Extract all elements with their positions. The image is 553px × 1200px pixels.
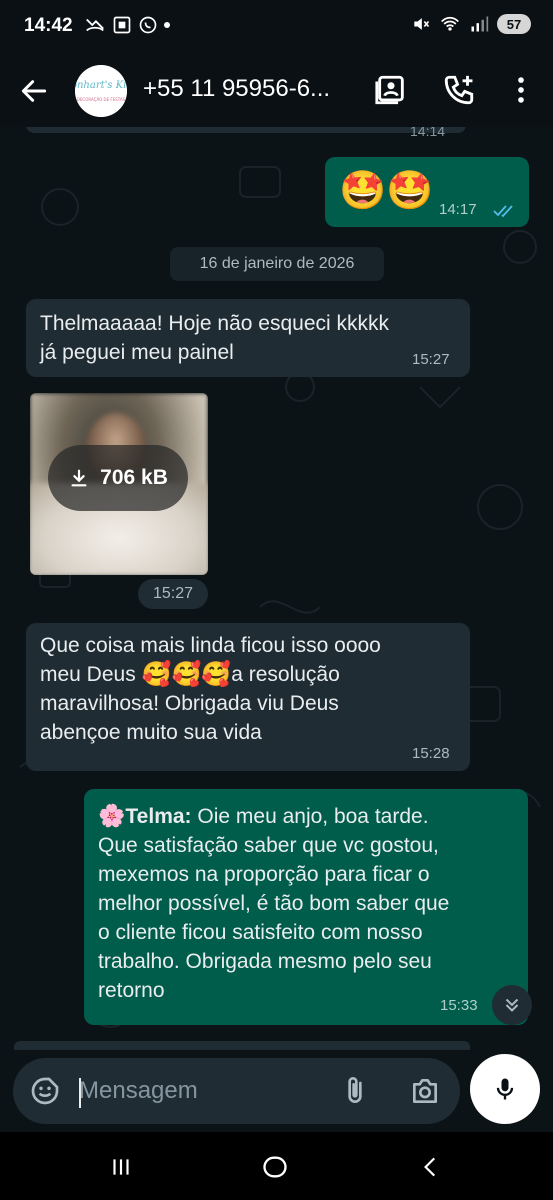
- contact-card-icon[interactable]: [374, 73, 408, 107]
- message-text-line: Thelmaaaaa! Hoje não esqueci kkkkk: [40, 312, 390, 335]
- next-message-edge: [14, 1041, 470, 1050]
- signal-icon: [471, 16, 489, 32]
- wifi-icon: [441, 16, 459, 31]
- back-chevron-icon: [424, 1157, 436, 1177]
- message-text-line: abençoe muito sua vida: [40, 721, 262, 744]
- incoming-message[interactable]: Thelmaaaaa! Hoje não esqueci kkkkk já pe…: [26, 299, 470, 377]
- home-icon: [263, 1156, 287, 1178]
- chat-header: Sonhart's Kids DECORAÇÃO DE FESTAS +55 1…: [0, 55, 553, 127]
- download-icon: [71, 469, 87, 487]
- battery-indicator: 57: [497, 14, 531, 34]
- add-call-icon[interactable]: [442, 73, 476, 107]
- message-text-line: o cliente ficou satisfeito com nosso: [98, 921, 423, 944]
- message-text-line: já peguei meu painel: [40, 341, 234, 364]
- message-text-line: trabalho. Obrigada mesmo pelo seu: [98, 950, 432, 973]
- file-size: 706 kB: [100, 466, 168, 489]
- microphone-icon: [496, 1078, 514, 1100]
- message-emoji: 🥰🥰🥰: [141, 661, 232, 688]
- status-bar: 14:42 57: [0, 0, 553, 55]
- svg-text:DECORAÇÃO DE FESTAS: DECORAÇÃO DE FESTAS: [77, 97, 126, 102]
- sonharts-logo-icon: Sonhart's Kids DECORAÇÃO DE FESTAS: [75, 65, 127, 117]
- incoming-message[interactable]: Que coisa mais linda ficou isso oooo meu…: [26, 623, 470, 771]
- contact-name[interactable]: +55 11 95956-6...: [143, 75, 330, 103]
- previous-message-bubble[interactable]: [26, 127, 466, 133]
- sender-name: Telma:: [125, 805, 192, 828]
- missed-call-icon: [86, 18, 104, 32]
- message-text-line: Que coisa mais linda ficou isso oooo: [40, 634, 381, 657]
- message-composer: [0, 1050, 553, 1132]
- status-time: 14:42: [24, 15, 73, 36]
- message-text-line: Que satisfação saber que vc gostou,: [98, 834, 439, 857]
- avatar[interactable]: Sonhart's Kids DECORAÇÃO DE FESTAS: [75, 65, 127, 117]
- camera-icon[interactable]: [409, 1075, 441, 1107]
- message-emoji: 🤩🤩: [339, 170, 434, 212]
- notification-dot-icon: [164, 22, 170, 28]
- recent-apps-button[interactable]: [104, 1150, 138, 1184]
- double-chevron-down-icon: [505, 998, 519, 1012]
- more-options-icon[interactable]: [504, 73, 538, 107]
- emoji-sticker-icon[interactable]: [29, 1075, 61, 1107]
- system-navigation-bar: [0, 1132, 553, 1200]
- message-time: 15:33: [440, 997, 478, 1014]
- download-button[interactable]: 706 kB: [48, 445, 188, 511]
- message-time: 15:28: [412, 745, 450, 762]
- message-text-line: mexemos na proporção para ficar o: [98, 863, 430, 886]
- mute-icon: [414, 18, 430, 30]
- attach-icon[interactable]: [339, 1075, 371, 1107]
- message-time: 15:27: [138, 579, 208, 609]
- message-text-line: meu Deus: [40, 663, 136, 686]
- flower-emoji-icon: 🌸: [98, 803, 126, 828]
- screenshot-icon: [113, 16, 131, 34]
- home-button[interactable]: [258, 1150, 292, 1184]
- back-arrow-icon[interactable]: [18, 75, 50, 107]
- date-separator: 16 de janeiro de 2026: [170, 247, 384, 281]
- message-text-line: melhor possível, é tão bom saber que: [98, 892, 450, 915]
- system-back-button[interactable]: [414, 1150, 448, 1184]
- message-text-line: maravilhosa! Obrigada viu Deus: [40, 692, 339, 715]
- recent-apps-icon: [113, 1159, 129, 1175]
- svg-text:Sonhart's Kids: Sonhart's Kids: [75, 80, 127, 91]
- message-time: 15:27: [412, 351, 450, 368]
- scroll-to-bottom-button[interactable]: [492, 985, 532, 1025]
- message-text-line: Oie meu anjo, boa tarde.: [191, 805, 429, 828]
- message-input[interactable]: [79, 1072, 319, 1110]
- voice-record-button[interactable]: [470, 1054, 540, 1124]
- read-receipt-icon: [493, 205, 513, 218]
- outgoing-message[interactable]: 🤩🤩 14:17: [325, 157, 529, 227]
- message-input-container: [13, 1058, 460, 1124]
- message-time: 14:14: [410, 127, 446, 139]
- message-text-line: a resolução: [231, 663, 340, 686]
- chat-area[interactable]: 14:14 🤩🤩 14:17 16 de janeiro de 2026 The…: [0, 127, 553, 1050]
- message-time: 14:17: [439, 201, 477, 218]
- whatsapp-icon: [139, 16, 157, 34]
- outgoing-message[interactable]: 🌸Telma: Oie meu anjo, boa tarde. Que sat…: [84, 789, 528, 1025]
